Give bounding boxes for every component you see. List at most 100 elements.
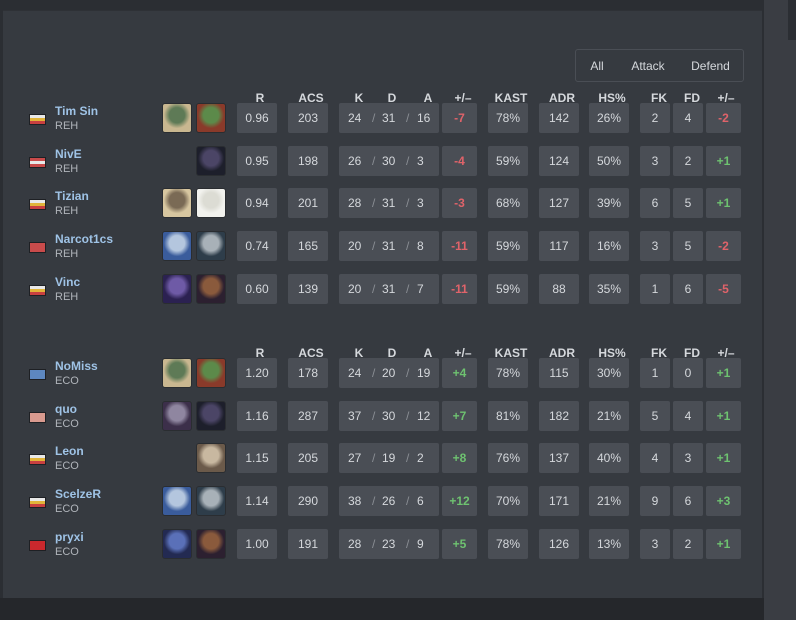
stat-value: 1 — [651, 366, 659, 380]
stat-value: +1 — [716, 196, 731, 210]
kda-cell: 20 / 31 / 8 — [339, 231, 439, 261]
stat-r: 1.16 — [237, 401, 277, 431]
stat-adr: 182 — [539, 401, 579, 431]
stat-value: 3 — [651, 537, 659, 551]
player-team-tag: REH — [55, 291, 79, 303]
stat-fk-diff: -5 — [706, 274, 741, 304]
player-name-link[interactable]: Tizian — [55, 189, 89, 203]
stat-value: 35% — [596, 282, 622, 296]
flag-de-icon — [29, 199, 46, 210]
stat-value: 126 — [548, 537, 570, 551]
stat-value: +1 — [716, 451, 731, 465]
stat-value: 5 — [684, 196, 692, 210]
stat-value: 2 — [651, 111, 659, 125]
stat-value: 70% — [495, 494, 521, 508]
stat-hs: 30% — [589, 358, 629, 388]
filter-attack-button[interactable]: Attack — [618, 50, 678, 81]
flag-ch-icon — [29, 540, 46, 551]
stat-value: +4 — [452, 366, 467, 380]
stat-value: 78% — [495, 111, 521, 125]
stat-value: 6 — [651, 196, 659, 210]
stat-value: 139 — [297, 282, 319, 296]
stat-value: 1.20 — [245, 366, 269, 380]
viper-icon — [162, 401, 192, 431]
stat-value: 6 — [684, 494, 692, 508]
stat-fk-diff: +1 — [706, 529, 741, 559]
kda-separator: / — [372, 111, 376, 125]
stat-value: 0.94 — [245, 196, 269, 210]
stat-fk: 3 — [640, 231, 670, 261]
stat-fd: 5 — [673, 231, 703, 261]
sage-icon — [196, 188, 226, 218]
stat-value: 201 — [297, 196, 319, 210]
stat-value: +1 — [716, 366, 731, 380]
player-name-link[interactable]: Tim Sin — [55, 104, 98, 118]
stat-hs: 21% — [589, 486, 629, 516]
stat-d: 30 — [382, 409, 396, 423]
stat-adr: 142 — [539, 103, 579, 133]
stat-k: 20 — [348, 239, 362, 253]
player-name-link[interactable]: NoMiss — [55, 359, 98, 373]
player-name-link[interactable]: Leon — [55, 444, 84, 458]
stat-value: 3 — [684, 451, 692, 465]
stat-value: +1 — [716, 154, 731, 168]
stat-kast: 59% — [488, 231, 528, 261]
stat-value: 50% — [596, 154, 622, 168]
stat-acs: 287 — [288, 401, 328, 431]
skye-icon — [162, 358, 192, 388]
player-row: Vinc REH 0.60 139 -11 59% 88 35% 1 6 -5 20 / 31 / 7 — [3, 273, 763, 306]
kda-separator: / — [406, 111, 410, 125]
stat-value: 1 — [651, 282, 659, 296]
player-name-link[interactable]: NivE — [55, 147, 82, 161]
player-row: NivE REH 0.95 198 -4 59% 124 50% 3 2 +1 26 / 30 / 3 — [3, 145, 763, 178]
stat-hs: 39% — [589, 188, 629, 218]
stat-acs: 290 — [288, 486, 328, 516]
skye-icon — [162, 103, 192, 133]
filter-all-button[interactable]: All — [576, 50, 618, 81]
stat-fd: 2 — [673, 146, 703, 176]
player-name-link[interactable]: Vinc — [55, 275, 80, 289]
stat-r: 1.15 — [237, 443, 277, 473]
player-name-link[interactable]: Narcot1cs — [55, 232, 113, 246]
stat-fd: 4 — [673, 401, 703, 431]
stat-k: 26 — [348, 154, 362, 168]
player-team-tag: REH — [55, 163, 79, 175]
skye-alt-icon — [196, 358, 226, 388]
stat-k: 27 — [348, 451, 362, 465]
stat-kast: 78% — [488, 103, 528, 133]
stat-a: 16 — [417, 111, 431, 125]
astra-icon — [196, 274, 226, 304]
stat-r: 0.94 — [237, 188, 277, 218]
kda-separator: / — [372, 494, 376, 508]
player-name-link[interactable]: quo — [55, 402, 77, 416]
stat-value: 137 — [548, 451, 570, 465]
stat-value: +1 — [716, 409, 731, 423]
stat-kast: 76% — [488, 443, 528, 473]
kda-separator: / — [372, 154, 376, 168]
stat-value: 178 — [297, 366, 319, 380]
player-name-link[interactable]: pryxi — [55, 530, 84, 544]
omen-icon — [196, 146, 226, 176]
stat-kd-diff: +4 — [442, 358, 477, 388]
flag-un-icon — [29, 369, 46, 380]
stat-fk-diff: -2 — [706, 231, 741, 261]
stat-value: 4 — [684, 111, 692, 125]
astra-icon — [196, 529, 226, 559]
stat-value: 1.15 — [245, 451, 269, 465]
stat-fd: 2 — [673, 529, 703, 559]
stat-kd-diff: +5 — [442, 529, 477, 559]
stat-fk: 5 — [640, 401, 670, 431]
stat-acs: 165 — [288, 231, 328, 261]
stat-value: 59% — [495, 282, 521, 296]
kda-separator: / — [406, 366, 410, 380]
stat-value: -11 — [451, 282, 468, 296]
stat-fk: 9 — [640, 486, 670, 516]
stat-r: 1.00 — [237, 529, 277, 559]
filter-defend-button[interactable]: Defend — [678, 50, 743, 81]
stat-value: 68% — [495, 196, 521, 210]
stat-value: 2 — [684, 537, 692, 551]
player-name-link[interactable]: ScelzeR — [55, 487, 101, 501]
player-row: quo ECO 1.16 287 +7 81% 182 21% 5 4 +1 37 / 30 / 12 — [3, 400, 763, 433]
kda-separator: / — [372, 239, 376, 253]
stat-value: 40% — [596, 451, 622, 465]
